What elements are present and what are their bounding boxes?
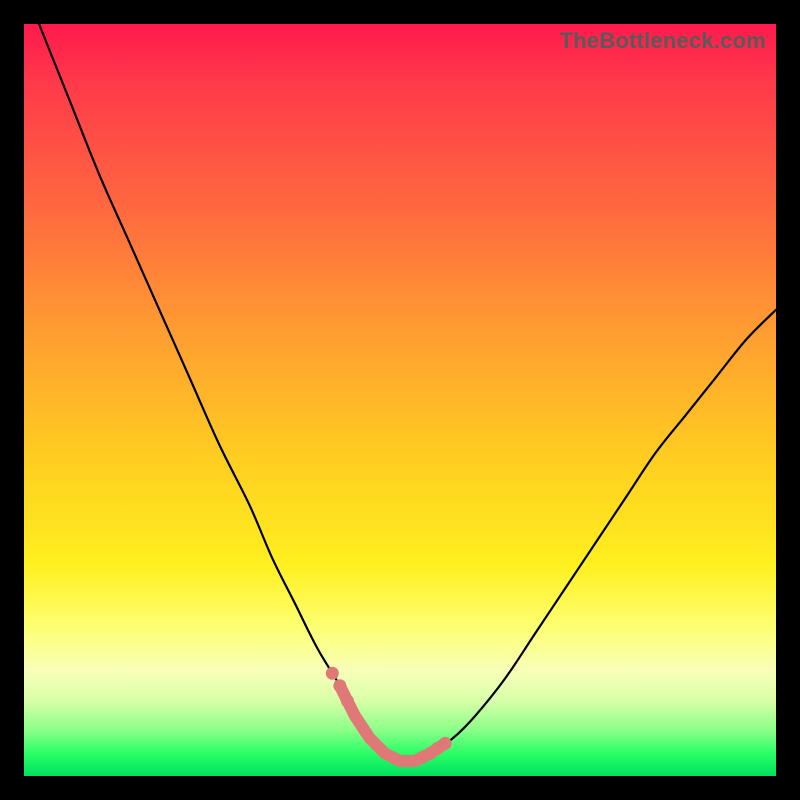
highlight-dot (341, 694, 354, 707)
highlight-dot (439, 737, 452, 750)
plot-svg (24, 24, 776, 776)
highlight-dot (326, 667, 339, 680)
highlight-dot (333, 679, 346, 692)
curve-line (39, 24, 776, 762)
chart-area: TheBottleneck.com (24, 24, 776, 776)
